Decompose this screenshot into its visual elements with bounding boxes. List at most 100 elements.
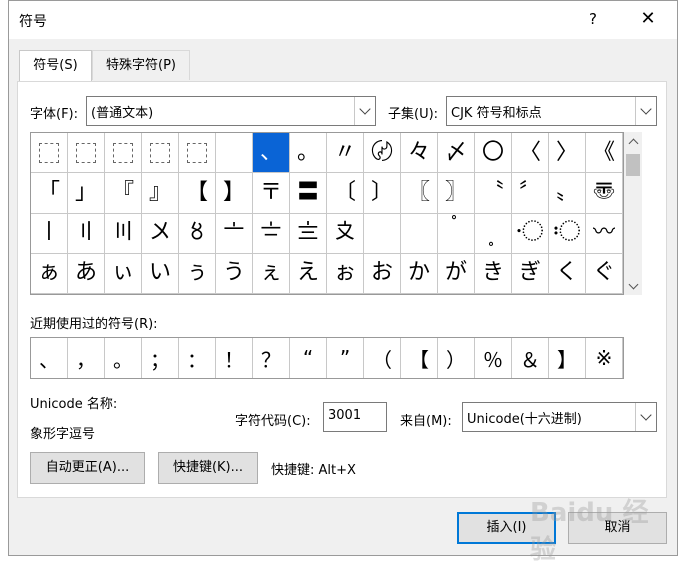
symbol-cell[interactable]: ぃ bbox=[105, 253, 142, 294]
symbol-cell[interactable]: 『 bbox=[105, 173, 142, 214]
symbol-cell[interactable]: 】 bbox=[216, 173, 253, 214]
symbol-cell[interactable]: 〉 bbox=[549, 133, 586, 174]
symbol-cell[interactable]: 〰 bbox=[586, 213, 623, 254]
symbol-cell[interactable]: 〢 bbox=[68, 213, 105, 254]
symbol-cell[interactable]: 〡 bbox=[31, 213, 68, 254]
symbol-cell[interactable]: あ bbox=[68, 253, 105, 294]
recent-symbol-cell[interactable]: ？ bbox=[253, 338, 290, 378]
symbol-cell[interactable]: ぉ bbox=[327, 253, 364, 294]
symbol-cell[interactable]: 〄 bbox=[364, 133, 401, 174]
recent-symbol-cell[interactable]: 】 bbox=[549, 338, 586, 378]
symbol-cell[interactable]: 〩 bbox=[327, 213, 364, 254]
from-select[interactable]: Unicode(十六进制) bbox=[462, 402, 657, 432]
recent-symbol-cell[interactable]: ） bbox=[438, 338, 475, 378]
symbol-cell[interactable]: 〫 bbox=[401, 213, 438, 254]
symbol-cell[interactable]: ⿱ bbox=[68, 133, 105, 174]
symbol-cell[interactable]: か bbox=[401, 253, 438, 294]
recent-symbol-cell[interactable]: ” bbox=[327, 338, 364, 378]
symbol-cell[interactable]: 〪 bbox=[364, 213, 401, 254]
symbol-cell[interactable]: 〥 bbox=[179, 213, 216, 254]
symbol-cell[interactable]: 〮 bbox=[512, 213, 549, 254]
recent-symbol-cell[interactable]: ， bbox=[68, 338, 105, 378]
help-button[interactable]: ? bbox=[583, 7, 603, 31]
symbol-cell[interactable]: 」 bbox=[68, 173, 105, 214]
recent-symbol-cell[interactable]: ； bbox=[142, 338, 179, 378]
recent-symbol-cell[interactable]: 【 bbox=[401, 338, 438, 378]
symbol-cell[interactable]: き bbox=[475, 253, 512, 294]
chevron-down-icon[interactable] bbox=[635, 403, 656, 431]
symbol-cell[interactable]: 〕 bbox=[364, 173, 401, 214]
symbol-cell[interactable]: 。 bbox=[290, 133, 327, 174]
tab-special-characters[interactable]: 特殊字符(P) bbox=[92, 50, 190, 80]
shortcut-key-button[interactable]: 快捷键(K)... bbox=[158, 452, 258, 484]
font-label: 字体(F): bbox=[30, 107, 79, 122]
symbol-cell[interactable]: 〔 bbox=[327, 173, 364, 214]
symbol-cell[interactable]: ぇ bbox=[253, 253, 290, 294]
symbol-cell[interactable]: 〞 bbox=[512, 173, 549, 214]
recent-symbol-cell[interactable]: 。 bbox=[105, 338, 142, 378]
subset-select[interactable]: CJK 符号和标点 bbox=[446, 96, 657, 126]
chevron-down-icon[interactable] bbox=[354, 97, 375, 125]
symbol-cell[interactable]: 〠 bbox=[586, 173, 623, 214]
recent-symbol-cell[interactable]: （ bbox=[364, 338, 401, 378]
recent-symbol-cell[interactable]: ※ bbox=[586, 338, 623, 378]
recent-symbol-cell[interactable]: ！ bbox=[216, 338, 253, 378]
symbol-cell[interactable]: ぅ bbox=[179, 253, 216, 294]
tab-symbols[interactable]: 符号(S) bbox=[19, 50, 92, 82]
symbol-cell[interactable]: ⿳ bbox=[142, 133, 179, 174]
scroll-down-icon[interactable] bbox=[624, 277, 642, 295]
close-button[interactable]: ✕ bbox=[633, 7, 663, 31]
symbol-cell[interactable]: く bbox=[549, 253, 586, 294]
symbol-cell[interactable]: お bbox=[364, 253, 401, 294]
char-code-input[interactable]: 3001 bbox=[323, 402, 387, 432]
recent-symbol-cell[interactable]: ＆ bbox=[512, 338, 549, 378]
symbol-cell[interactable]: 〨 bbox=[290, 213, 327, 254]
recent-symbol-cell[interactable]: ％ bbox=[475, 338, 512, 378]
symbol-cell[interactable]: 〦 bbox=[216, 213, 253, 254]
symbol-cell[interactable]: 【 bbox=[179, 173, 216, 214]
symbol-cell[interactable]: ⿲ bbox=[105, 133, 142, 174]
symbol-cell[interactable]: 〃 bbox=[327, 133, 364, 174]
symbol-cell[interactable]: 々 bbox=[401, 133, 438, 174]
symbol-grid-scrollbar[interactable] bbox=[624, 132, 642, 295]
recent-symbol-cell[interactable]: “ bbox=[290, 338, 327, 378]
symbol-cell[interactable]: 〈 bbox=[512, 133, 549, 174]
symbol-cell[interactable]: 〤 bbox=[142, 213, 179, 254]
symbol-cell[interactable]: ぁ bbox=[31, 253, 68, 294]
symbol-cell[interactable]: 〝 bbox=[475, 173, 512, 214]
symbol-cell-selected[interactable]: 、 bbox=[253, 133, 290, 174]
scroll-thumb[interactable] bbox=[626, 154, 640, 176]
symbol-cell[interactable]: ぎ bbox=[512, 253, 549, 294]
symbol-cell[interactable]: が bbox=[438, 253, 475, 294]
symbol-cell[interactable]: 〟 bbox=[549, 173, 586, 214]
scroll-up-icon[interactable] bbox=[624, 132, 642, 150]
symbol-cell[interactable]: う bbox=[216, 253, 253, 294]
symbol-cell[interactable]: 〗 bbox=[438, 173, 475, 214]
symbol-cell[interactable]: 〭 bbox=[475, 213, 512, 254]
symbol-cell[interactable]: 〇 bbox=[475, 133, 512, 174]
recent-symbol-cell[interactable]: ： bbox=[179, 338, 216, 378]
symbol-cell[interactable]: 〆 bbox=[438, 133, 475, 174]
symbol-cell[interactable]: ⿰ bbox=[31, 133, 68, 174]
symbol-cell[interactable]: 〣 bbox=[105, 213, 142, 254]
symbol-cell[interactable]: え bbox=[290, 253, 327, 294]
recent-symbol-cell[interactable]: 、 bbox=[31, 338, 68, 378]
symbol-cell[interactable]: 〒 bbox=[253, 173, 290, 214]
from-label: 来自(M): bbox=[400, 414, 452, 429]
symbol-cell[interactable]: 〓 bbox=[290, 173, 327, 214]
autocorrect-button[interactable]: 自动更正(A)... bbox=[30, 452, 145, 484]
symbol-cell[interactable]: 〯 bbox=[549, 213, 586, 254]
symbol-cell[interactable]: 〖 bbox=[401, 173, 438, 214]
symbol-cell[interactable]: 』 bbox=[142, 173, 179, 214]
symbol-cell[interactable] bbox=[216, 133, 253, 174]
recent-symbols: 、 ， 。 ； ： ！ ？ “ ” （ 【 ） ％ ＆ 】 ※ bbox=[30, 337, 624, 379]
symbol-cell[interactable]: ⿴ bbox=[179, 133, 216, 174]
symbol-cell[interactable]: ぐ bbox=[586, 253, 623, 294]
symbol-cell[interactable]: 「 bbox=[31, 173, 68, 214]
chevron-down-icon[interactable] bbox=[635, 97, 656, 125]
symbol-cell[interactable]: い bbox=[142, 253, 179, 294]
symbol-cell[interactable]: 《 bbox=[586, 133, 623, 174]
symbol-cell[interactable]: 〬 bbox=[438, 213, 475, 254]
font-select[interactable]: (普通文本) bbox=[86, 96, 376, 126]
symbol-cell[interactable]: 〧 bbox=[253, 213, 290, 254]
